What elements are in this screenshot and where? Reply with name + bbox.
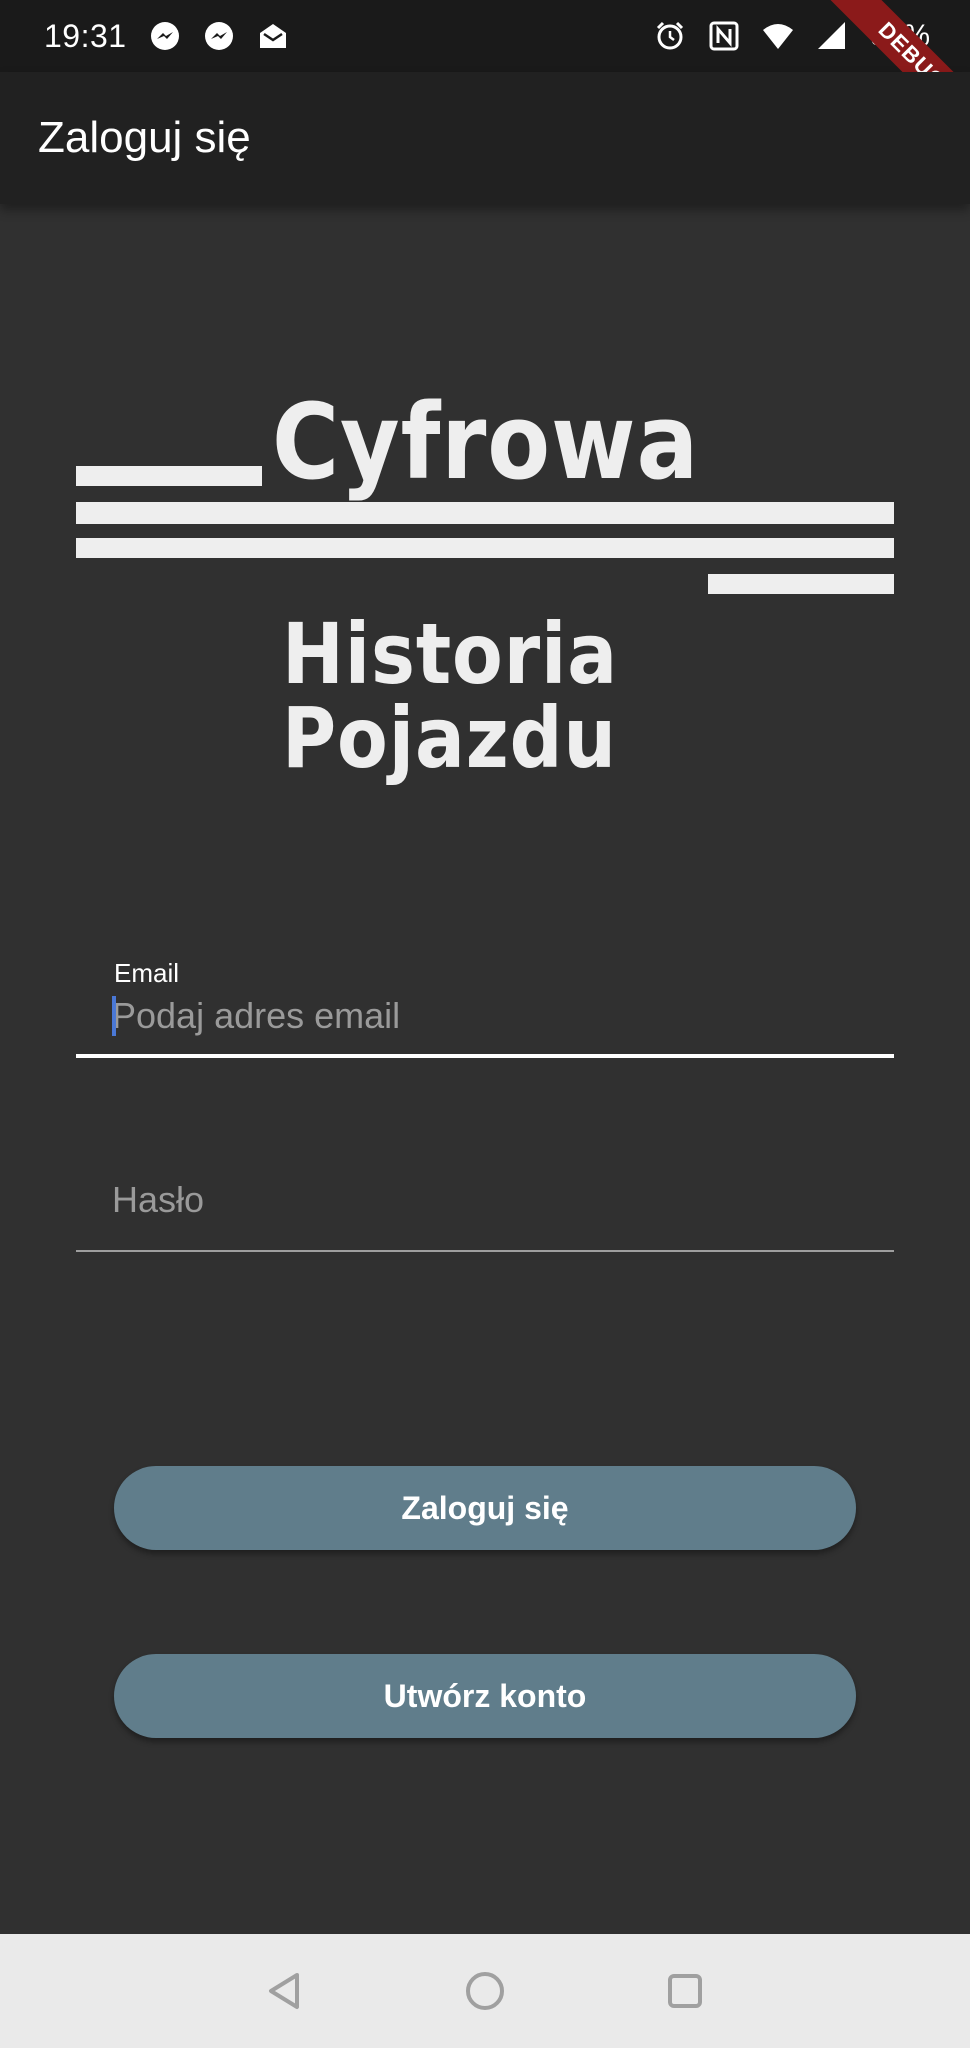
system-nav-bar [0,1934,970,2048]
home-icon [466,1972,504,2010]
messenger-icon [204,22,233,50]
logo-bar [76,538,894,558]
status-time: 19:31 [44,17,127,54]
logo-bar [708,574,894,594]
email-underline [76,1054,894,1058]
battery-level: 98% [869,19,930,52]
messenger-icon [150,22,179,50]
signal-icon [817,22,845,49]
app-logo: Cyfrowa Historia Pojazdu [76,381,896,780]
recents-icon [668,1974,702,2008]
create-account-button[interactable]: Utwórz konto [114,1654,856,1738]
email-field[interactable]: Email [76,950,894,1058]
password-field[interactable] [76,1150,894,1252]
status-bar: 19:31 98% [0,0,970,72]
email-label: Email [114,958,180,988]
app-bar: Zaloguj się [0,72,970,204]
login-button[interactable]: Zaloguj się [114,1466,856,1550]
status-right: 98% [654,19,930,53]
nfc-icon [709,21,739,51]
alarm-icon [656,21,684,50]
email-input[interactable] [112,990,872,1042]
logo-bar [76,466,262,486]
mail-icon [259,24,286,48]
logo-bar [76,502,894,524]
page-title: Zaloguj się [38,113,251,162]
home-button[interactable] [450,1956,520,2026]
back-button[interactable] [250,1956,320,2026]
recents-button[interactable] [650,1956,720,2026]
password-input[interactable] [112,1174,872,1226]
logo-text-historia-pojazdu: Historia Pojazdu [282,605,619,787]
back-icon [269,1973,299,2009]
logo-text-cyfrowa: Cyfrowa [272,381,700,503]
status-left: 19:31 [44,18,289,55]
text-cursor [112,996,116,1036]
password-underline [76,1250,894,1252]
wifi-icon [762,24,793,49]
